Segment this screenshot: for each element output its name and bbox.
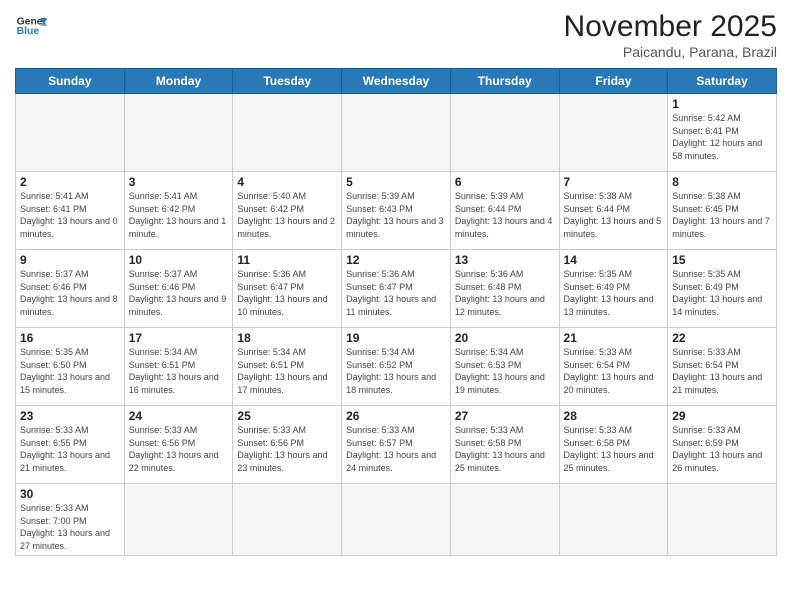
table-row xyxy=(233,94,342,172)
calendar-week-row: 23Sunrise: 5:33 AMSunset: 6:55 PMDayligh… xyxy=(16,406,777,484)
table-row: 25Sunrise: 5:33 AMSunset: 6:56 PMDayligh… xyxy=(233,406,342,484)
calendar-week-row: 9Sunrise: 5:37 AMSunset: 6:46 PMDaylight… xyxy=(16,250,777,328)
logo-icon: General Blue xyxy=(15,10,47,42)
empty-cell xyxy=(124,484,233,556)
table-row: 20Sunrise: 5:34 AMSunset: 6:53 PMDayligh… xyxy=(450,328,559,406)
table-row: 22Sunrise: 5:33 AMSunset: 6:54 PMDayligh… xyxy=(668,328,777,406)
table-row: 12Sunrise: 5:36 AMSunset: 6:47 PMDayligh… xyxy=(342,250,451,328)
empty-cell xyxy=(233,484,342,556)
table-row: 18Sunrise: 5:34 AMSunset: 6:51 PMDayligh… xyxy=(233,328,342,406)
table-row: 2Sunrise: 5:41 AMSunset: 6:41 PMDaylight… xyxy=(16,172,125,250)
weekday-header-row: Sunday Monday Tuesday Wednesday Thursday… xyxy=(16,69,777,94)
header-wednesday: Wednesday xyxy=(342,69,451,94)
empty-cell xyxy=(559,484,668,556)
header-friday: Friday xyxy=(559,69,668,94)
table-row xyxy=(16,94,125,172)
table-row xyxy=(559,94,668,172)
table-row: 26Sunrise: 5:33 AMSunset: 6:57 PMDayligh… xyxy=(342,406,451,484)
table-row: 28Sunrise: 5:33 AMSunset: 6:58 PMDayligh… xyxy=(559,406,668,484)
subtitle: Paicandu, Parana, Brazil xyxy=(564,44,777,60)
calendar-week-row: 1Sunrise: 5:42 AMSunset: 6:41 PMDaylight… xyxy=(16,94,777,172)
svg-text:Blue: Blue xyxy=(17,26,40,37)
table-row: 15Sunrise: 5:35 AMSunset: 6:49 PMDayligh… xyxy=(668,250,777,328)
table-row: 6Sunrise: 5:39 AMSunset: 6:44 PMDaylight… xyxy=(450,172,559,250)
table-row: 17Sunrise: 5:34 AMSunset: 6:51 PMDayligh… xyxy=(124,328,233,406)
table-row: 7Sunrise: 5:38 AMSunset: 6:44 PMDaylight… xyxy=(559,172,668,250)
table-row: 27Sunrise: 5:33 AMSunset: 6:58 PMDayligh… xyxy=(450,406,559,484)
header-thursday: Thursday xyxy=(450,69,559,94)
header-saturday: Saturday xyxy=(668,69,777,94)
table-row: 14Sunrise: 5:35 AMSunset: 6:49 PMDayligh… xyxy=(559,250,668,328)
table-row: 1Sunrise: 5:42 AMSunset: 6:41 PMDaylight… xyxy=(668,94,777,172)
empty-cell xyxy=(450,484,559,556)
table-row: 8Sunrise: 5:38 AMSunset: 6:45 PMDaylight… xyxy=(668,172,777,250)
table-row: 16Sunrise: 5:35 AMSunset: 6:50 PMDayligh… xyxy=(16,328,125,406)
page: General Blue November 2025 Paicandu, Par… xyxy=(0,0,792,612)
calendar-week-row: 16Sunrise: 5:35 AMSunset: 6:50 PMDayligh… xyxy=(16,328,777,406)
header-monday: Monday xyxy=(124,69,233,94)
month-title: November 2025 xyxy=(564,10,777,44)
table-row: 13Sunrise: 5:36 AMSunset: 6:48 PMDayligh… xyxy=(450,250,559,328)
header: General Blue November 2025 Paicandu, Par… xyxy=(15,10,777,60)
table-row: 30Sunrise: 5:33 AMSunset: 7:00 PMDayligh… xyxy=(16,484,125,556)
empty-cell xyxy=(342,484,451,556)
table-row: 9Sunrise: 5:37 AMSunset: 6:46 PMDaylight… xyxy=(16,250,125,328)
table-row: 21Sunrise: 5:33 AMSunset: 6:54 PMDayligh… xyxy=(559,328,668,406)
table-row xyxy=(342,94,451,172)
table-row xyxy=(450,94,559,172)
table-row: 11Sunrise: 5:36 AMSunset: 6:47 PMDayligh… xyxy=(233,250,342,328)
table-row: 4Sunrise: 5:40 AMSunset: 6:42 PMDaylight… xyxy=(233,172,342,250)
calendar: Sunday Monday Tuesday Wednesday Thursday… xyxy=(15,68,777,556)
table-row: 29Sunrise: 5:33 AMSunset: 6:59 PMDayligh… xyxy=(668,406,777,484)
table-row: 23Sunrise: 5:33 AMSunset: 6:55 PMDayligh… xyxy=(16,406,125,484)
header-tuesday: Tuesday xyxy=(233,69,342,94)
header-sunday: Sunday xyxy=(16,69,125,94)
table-row: 10Sunrise: 5:37 AMSunset: 6:46 PMDayligh… xyxy=(124,250,233,328)
table-row: 5Sunrise: 5:39 AMSunset: 6:43 PMDaylight… xyxy=(342,172,451,250)
table-row: 19Sunrise: 5:34 AMSunset: 6:52 PMDayligh… xyxy=(342,328,451,406)
table-row: 24Sunrise: 5:33 AMSunset: 6:56 PMDayligh… xyxy=(124,406,233,484)
table-row: 3Sunrise: 5:41 AMSunset: 6:42 PMDaylight… xyxy=(124,172,233,250)
logo: General Blue xyxy=(15,10,47,42)
calendar-week-row: 30Sunrise: 5:33 AMSunset: 7:00 PMDayligh… xyxy=(16,484,777,556)
table-row xyxy=(124,94,233,172)
calendar-week-row: 2Sunrise: 5:41 AMSunset: 6:41 PMDaylight… xyxy=(16,172,777,250)
title-block: November 2025 Paicandu, Parana, Brazil xyxy=(564,10,777,60)
empty-cell xyxy=(668,484,777,556)
